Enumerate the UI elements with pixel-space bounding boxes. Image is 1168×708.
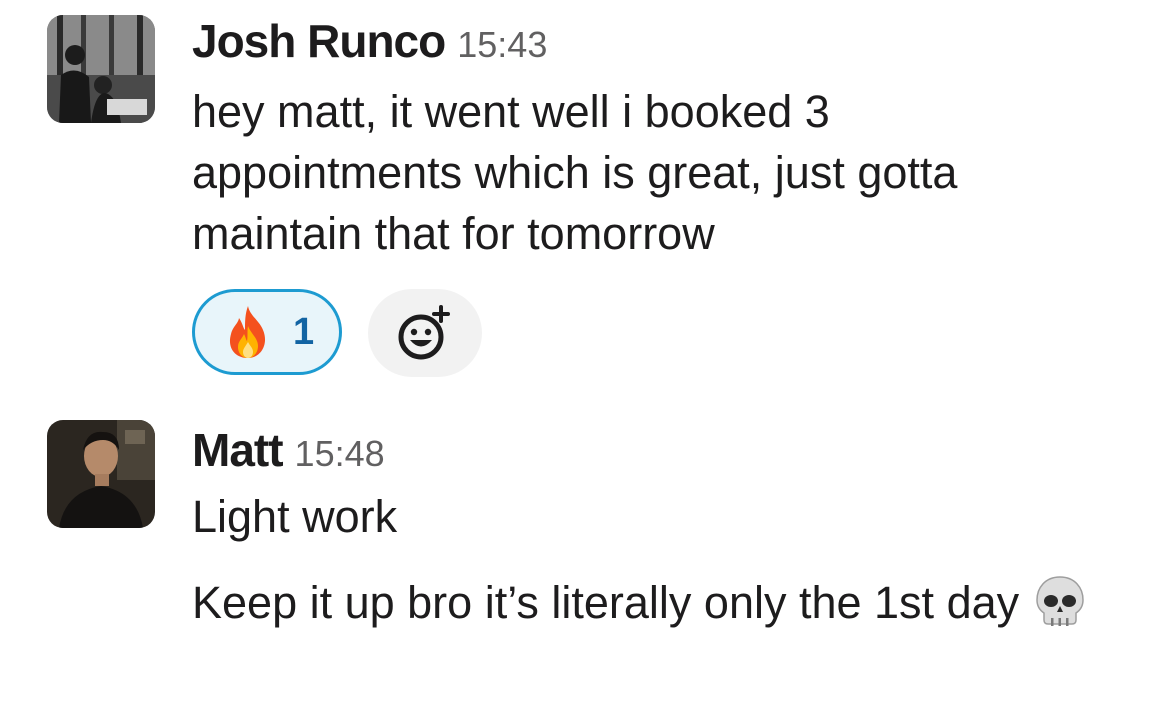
avatar-josh[interactable] xyxy=(47,15,155,123)
reaction-fire[interactable]: 1 xyxy=(192,289,342,375)
sender-name[interactable]: Matt xyxy=(192,424,284,476)
message-matt: Matt 15:48 Light work Keep it up bro it’s… xyxy=(0,400,1168,708)
reaction-count: 1 xyxy=(293,310,315,353)
timestamp[interactable]: 15:43 xyxy=(457,24,547,65)
message-header: Matt 15:48 xyxy=(192,423,385,477)
message-header: Josh Runco 15:43 xyxy=(192,14,547,68)
add-reaction-button[interactable] xyxy=(368,289,482,377)
message-text: hey matt, it went well i booked 3 appoin… xyxy=(192,86,958,259)
user-photo-matt xyxy=(47,420,155,528)
message-text: Light work xyxy=(192,491,398,542)
message-text: Keep it up bro it’s literally only the 1… xyxy=(192,572,1092,634)
sender-name[interactable]: Josh Runco xyxy=(192,15,446,67)
message-text-body: Keep it up bro it’s literally only the 1… xyxy=(192,577,1020,628)
avatar-matt[interactable] xyxy=(47,420,155,528)
add-reaction-icon xyxy=(398,305,450,360)
user-photo-josh xyxy=(47,15,155,123)
message-josh: Josh Runco 15:43 hey matt, it went well i… xyxy=(0,0,1168,400)
timestamp[interactable]: 15:48 xyxy=(295,433,385,474)
fire-icon xyxy=(229,306,266,358)
skull-icon xyxy=(1036,576,1084,627)
